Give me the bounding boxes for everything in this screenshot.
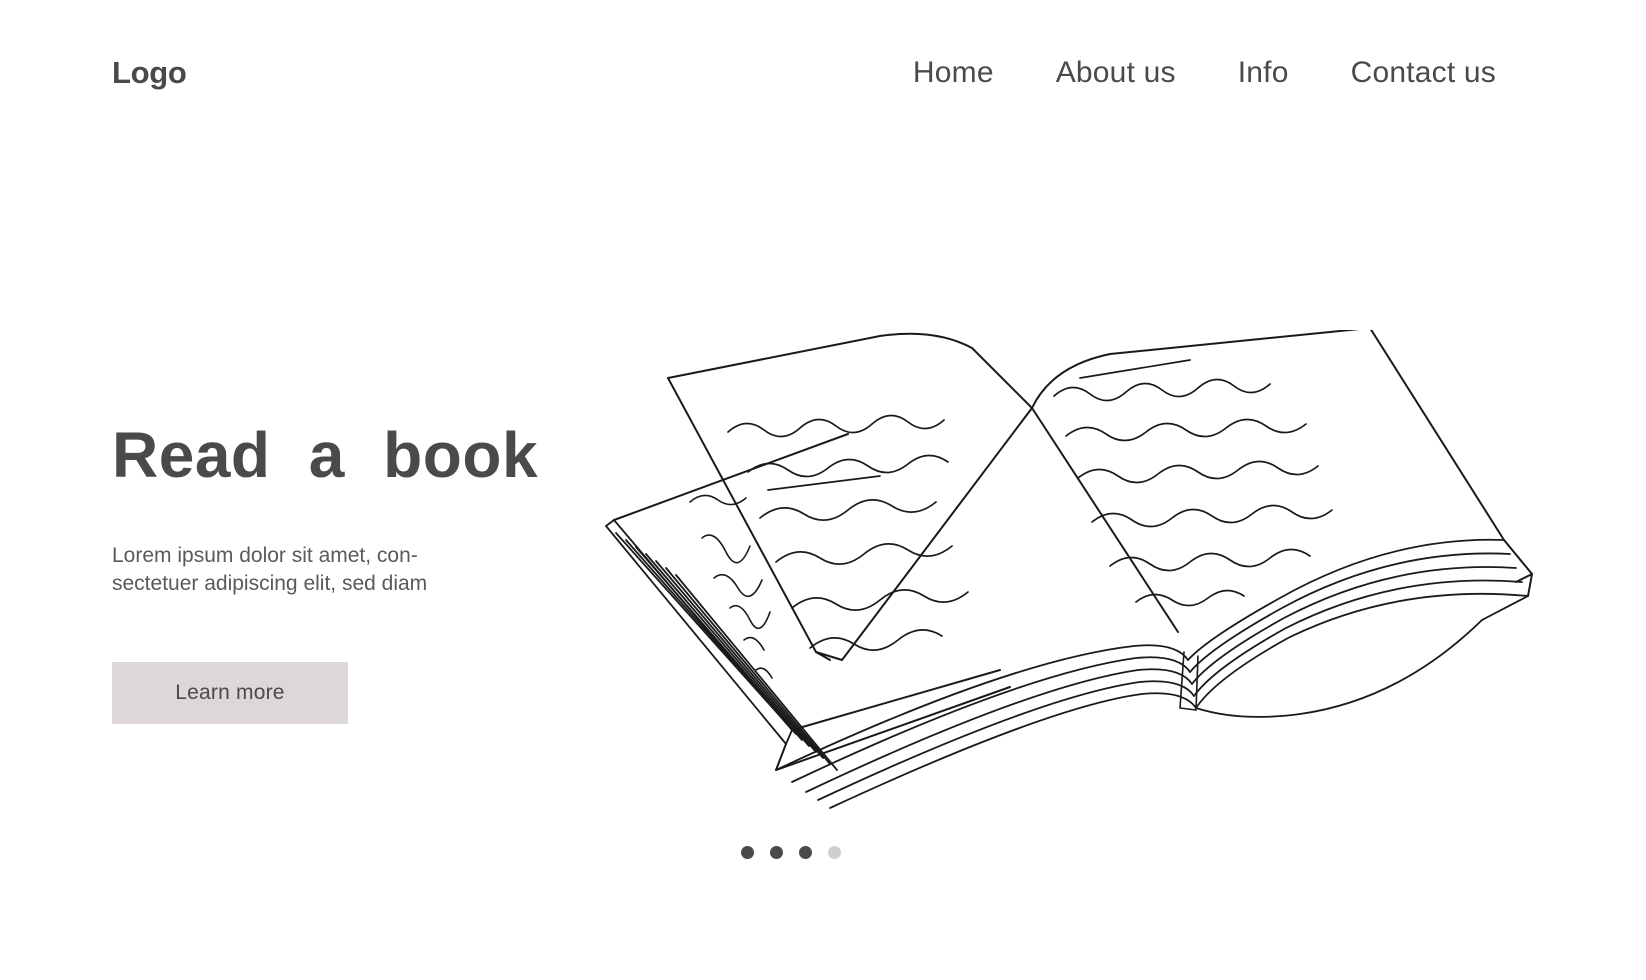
nav-item-about-us[interactable]: About us bbox=[1056, 56, 1176, 89]
hero-section: Read a book Lorem ipsum dolor sit amet, … bbox=[112, 420, 632, 724]
carousel-dot-4[interactable] bbox=[828, 846, 841, 859]
learn-more-button[interactable]: Learn more bbox=[112, 661, 348, 724]
book-left-page-edges bbox=[605, 519, 838, 771]
nav-item-info[interactable]: Info bbox=[1238, 56, 1289, 89]
carousel-pagination bbox=[741, 846, 841, 859]
open-book-illustration bbox=[580, 330, 1540, 810]
site-header: Logo Home About us Info Contact us bbox=[0, 0, 1646, 150]
book-right-cover-tip bbox=[1503, 539, 1533, 583]
book-text-lines-right bbox=[1053, 359, 1333, 607]
hero-description-line-2: sectetuer adipiscing elit, sed diam bbox=[112, 571, 428, 595]
book-flipping-page-top bbox=[667, 332, 1033, 409]
nav-item-contact-us[interactable]: Contact us bbox=[1351, 56, 1496, 89]
hero-description-line-1: Lorem ipsum dolor sit amet, con- bbox=[112, 544, 418, 568]
book-text-lines-upper bbox=[727, 414, 969, 651]
book-left-cover-top bbox=[613, 433, 849, 521]
page-title: Read a book bbox=[112, 419, 539, 491]
book-right-cover-tip-edge bbox=[1527, 573, 1533, 597]
book-page-block-curves bbox=[775, 538, 1529, 809]
carousel-dot-1[interactable] bbox=[741, 846, 754, 859]
book-right-back-cover-edge bbox=[1481, 595, 1529, 621]
book-right-page-inner bbox=[1031, 407, 1179, 633]
book-flipping-page-right bbox=[841, 407, 1033, 661]
hero-description: Lorem ipsum dolor sit amet, con- sectetu… bbox=[112, 542, 482, 597]
book-left-cover-bottom bbox=[775, 686, 1011, 771]
logo[interactable]: Logo bbox=[112, 57, 187, 88]
carousel-dot-2[interactable] bbox=[770, 846, 783, 859]
book-right-page-top-left bbox=[1031, 330, 1361, 409]
book-right-page-right bbox=[1370, 330, 1505, 541]
carousel-dot-3[interactable] bbox=[799, 846, 812, 859]
landing-page: Logo Home About us Info Contact us Read … bbox=[0, 0, 1646, 980]
main-navigation: Home About us Info Contact us bbox=[913, 56, 1496, 89]
nav-item-home[interactable]: Home bbox=[913, 56, 994, 89]
